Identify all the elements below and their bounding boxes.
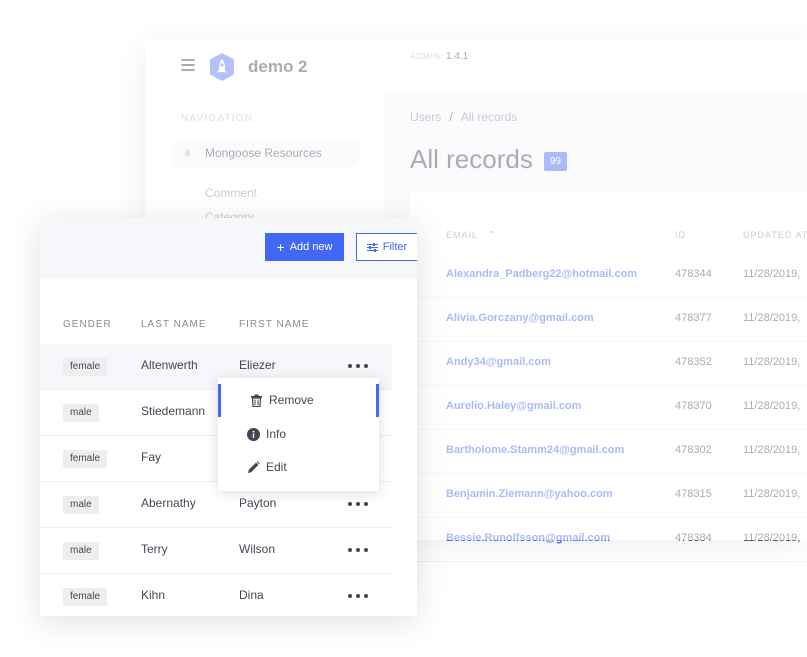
id-cell: 478344 (675, 268, 712, 280)
version-number: 1.4.1 (446, 51, 469, 62)
breadcrumb-separator: / (449, 110, 453, 124)
trash-icon (251, 394, 262, 407)
pencil-icon (248, 461, 260, 473)
remove-label: Remove (269, 393, 314, 407)
id-cell: 478315 (675, 488, 712, 500)
gender-badge: male (63, 404, 99, 422)
filter-sliders-icon (366, 242, 378, 252)
id-cell: 478302 (675, 444, 712, 456)
column-header-gender[interactable]: GENDER (63, 319, 112, 330)
email-link[interactable]: Bessie.Runolfsson@gmail.com (446, 532, 610, 544)
more-actions-icon[interactable] (348, 498, 368, 510)
remove-action[interactable]: Remove (218, 384, 379, 417)
email-link[interactable]: Alivia.Gorczany@gmail.com (446, 312, 594, 324)
first-name-cell: Dina (239, 588, 264, 602)
last-name-cell: Fay (141, 450, 162, 464)
info-action[interactable]: Info (218, 418, 379, 451)
records-table: EMAIL ⌃ ID UPDATED AT Alexandra_Padberg2… (410, 193, 807, 562)
updated-cell: 11/28/2019, (743, 268, 801, 280)
edit-action[interactable]: Edit (218, 451, 379, 484)
gender-badge: female (63, 450, 108, 468)
updated-cell: 11/28/2019, (743, 444, 801, 456)
last-name-cell: Terry (141, 542, 168, 556)
navigation-heading: NAVIGATION (181, 113, 254, 124)
row-actions-dropdown: Remove Info Edit (218, 378, 379, 491)
gender-badge: female (63, 358, 108, 376)
add-new-button[interactable]: + Add new (265, 233, 344, 261)
last-name-cell: Kihn (141, 588, 166, 602)
more-actions-icon[interactable] (348, 544, 368, 556)
first-name-cell: Eliezer (239, 358, 276, 372)
version-label: ADMIN: (410, 52, 444, 61)
rocket-logo-icon (210, 53, 234, 81)
more-actions-icon[interactable] (348, 590, 368, 602)
gender-badge: male (63, 542, 99, 560)
list-toolbar: + Add new Filter (40, 218, 417, 278)
more-actions-icon[interactable] (348, 360, 368, 372)
updated-cell: 11/28/2019, (743, 488, 801, 500)
info-label: Info (266, 427, 287, 441)
table-row[interactable]: Bartholome.Stamm24@gmail.com 478302 11/2… (410, 430, 807, 474)
email-link[interactable]: Andy34@gmail.com (446, 356, 551, 368)
gender-badge: male (63, 496, 99, 514)
updated-cell: 11/28/2019, (743, 356, 801, 368)
column-header-last-name[interactable]: LAST NAME (141, 319, 207, 330)
table-row[interactable]: Bessie.Runolfsson@gmail.com 478384 11/28… (410, 518, 807, 562)
version-info: ADMIN: 1.4.1 (410, 51, 468, 62)
first-name-cell: Payton (239, 496, 277, 510)
page-title: All records (410, 144, 533, 174)
hamburger-menu-icon[interactable] (181, 59, 195, 71)
email-link[interactable]: Alexandra_Padberg22@hotmail.com (446, 268, 637, 280)
last-name-cell: Abernathy (141, 496, 196, 510)
plus-icon: + (276, 239, 285, 255)
table-row[interactable]: male Terry Wilson (40, 528, 392, 574)
top-bar: ADMIN: 1.4.1 (385, 40, 807, 90)
id-cell: 478370 (675, 400, 712, 412)
table-row[interactable]: Aurelio.Haley@gmail.com 478370 11/28/201… (410, 386, 807, 430)
id-cell: 478377 (675, 312, 712, 324)
first-name-cell: Wilson (239, 542, 276, 556)
column-header-first-name[interactable]: FIRST NAME (239, 319, 309, 330)
info-icon (247, 428, 260, 441)
id-cell: 478384 (675, 532, 712, 544)
sidebar-item-comment[interactable]: Comment (205, 186, 257, 200)
database-icon (185, 149, 190, 157)
gender-badge: female (63, 588, 108, 606)
email-link[interactable]: Bartholome.Stamm24@gmail.com (446, 444, 624, 456)
brand-name: demo 2 (248, 57, 308, 76)
breadcrumb-current: All records (460, 110, 518, 124)
table-row[interactable]: Alexandra_Padberg22@hotmail.com 478344 1… (410, 254, 807, 298)
last-name-cell: Altenwerth (141, 358, 198, 372)
filter-button[interactable]: Filter (356, 233, 417, 261)
breadcrumb: Users / All records (410, 110, 517, 124)
column-header-id[interactable]: ID (675, 230, 686, 240)
table-row[interactable]: Benjamin.Ziemann@yahoo.com 478315 11/28/… (410, 474, 807, 518)
updated-cell: 11/28/2019, (743, 532, 801, 544)
edit-label: Edit (266, 460, 287, 474)
email-link[interactable]: Aurelio.Haley@gmail.com (446, 400, 581, 412)
sort-ascending-icon: ⌃ (487, 230, 497, 241)
sidebar-item-mongoose-resources[interactable]: Mongoose Resources (169, 138, 361, 168)
table-row[interactable]: Alivia.Gorczany@gmail.com 478377 11/28/2… (410, 298, 807, 342)
filter-label: Filter (382, 241, 408, 253)
id-cell: 478352 (675, 356, 712, 368)
updated-cell: 11/28/2019, (743, 312, 801, 324)
sidebar-item-label: Mongoose Resources (205, 146, 322, 160)
add-new-label: Add new (289, 241, 333, 253)
last-name-cell: Stiedemann (141, 404, 206, 418)
column-header-email[interactable]: EMAIL ⌃ (446, 230, 497, 241)
table-row[interactable]: Andy34@gmail.com 478352 11/28/2019, (410, 342, 807, 386)
email-link[interactable]: Benjamin.Ziemann@yahoo.com (446, 488, 613, 500)
table-row[interactable]: female Kihn Dina (40, 574, 392, 616)
updated-cell: 11/28/2019, (743, 400, 801, 412)
record-count-badge: 99 (544, 152, 568, 171)
column-header-updated-at[interactable]: UPDATED AT (743, 230, 807, 240)
breadcrumb-users[interactable]: Users (410, 110, 441, 124)
